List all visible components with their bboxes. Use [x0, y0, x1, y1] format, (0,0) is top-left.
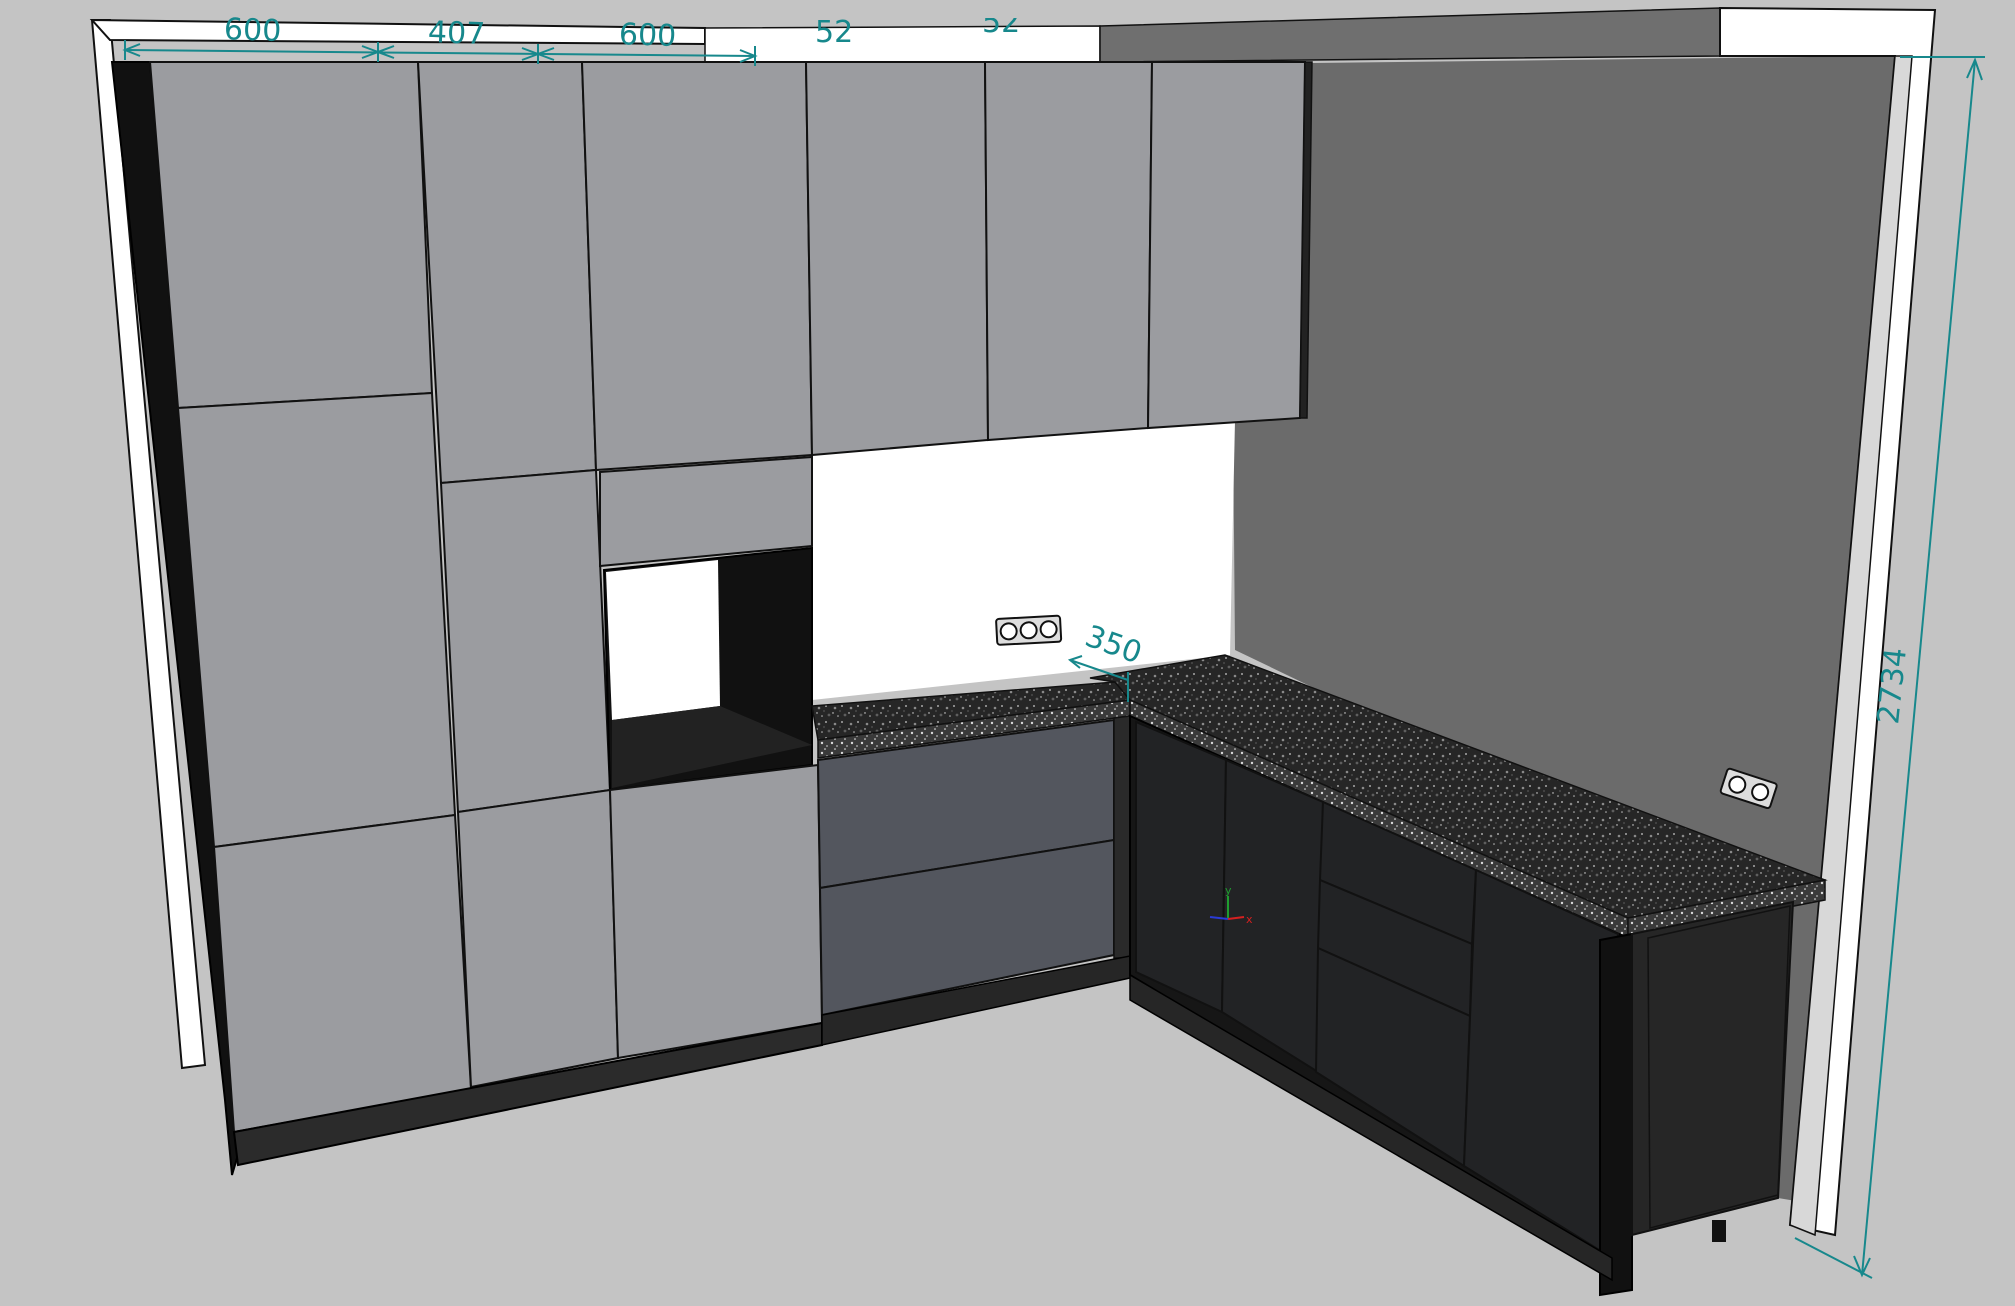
dimension-label-height: 2734 [1871, 646, 1914, 726]
appliance-niche-back-white [606, 560, 720, 720]
dimension-label-width-1: 600 [223, 12, 281, 49]
tall-door-lower[interactable] [212, 813, 473, 1134]
narrow-door-middle[interactable] [439, 468, 612, 814]
kitchen-3d-view: y x 600 407 600 52 52 350 2734 [89, 0, 1985, 1297]
base-door-1[interactable] [1135, 720, 1228, 1014]
dimension-label-width-3: 600 [618, 17, 676, 54]
axis-label-x: x [1246, 913, 1253, 926]
back-wall-top-grey [1099, 7, 1721, 63]
base-cabinets-back [811, 681, 1132, 1046]
narrow-door-upper[interactable] [416, 61, 598, 485]
base-back-side-panel [1113, 715, 1131, 959]
dimension-label-width-2: 407 [427, 15, 485, 52]
end-cabinet-side [1631, 900, 1795, 1237]
dimension-label-width-4: 52 [815, 15, 853, 50]
tall-cabinet-column [110, 61, 473, 1176]
back-wall-top-white [704, 25, 1101, 63]
axis-label-y: y [1225, 884, 1232, 897]
tall-door-upper[interactable] [148, 61, 434, 410]
oven-column-door-lower[interactable] [608, 763, 824, 1060]
wall-cabinet-door-1[interactable] [804, 61, 990, 457]
tall-cabinet-column-3 [580, 61, 824, 1060]
left-wall-top [89, 18, 706, 46]
oven-column-door-upper[interactable] [580, 61, 814, 472]
top-crop-strip [750, 0, 1150, 18]
wall-cabinet-door-3[interactable] [1146, 61, 1307, 430]
tall-door-middle[interactable] [176, 391, 457, 849]
back-wall-white [812, 420, 1235, 700]
end-panel-leg [1599, 932, 1633, 1297]
wall-cabinet-door-2[interactable] [983, 61, 1154, 442]
narrow-door-lower[interactable] [456, 788, 620, 1089]
oven-column-drawer[interactable] [599, 455, 813, 568]
adjustable-foot [1712, 1220, 1726, 1242]
outlet-triple-icon [995, 614, 1063, 646]
wall-cabinets [804, 61, 1313, 457]
